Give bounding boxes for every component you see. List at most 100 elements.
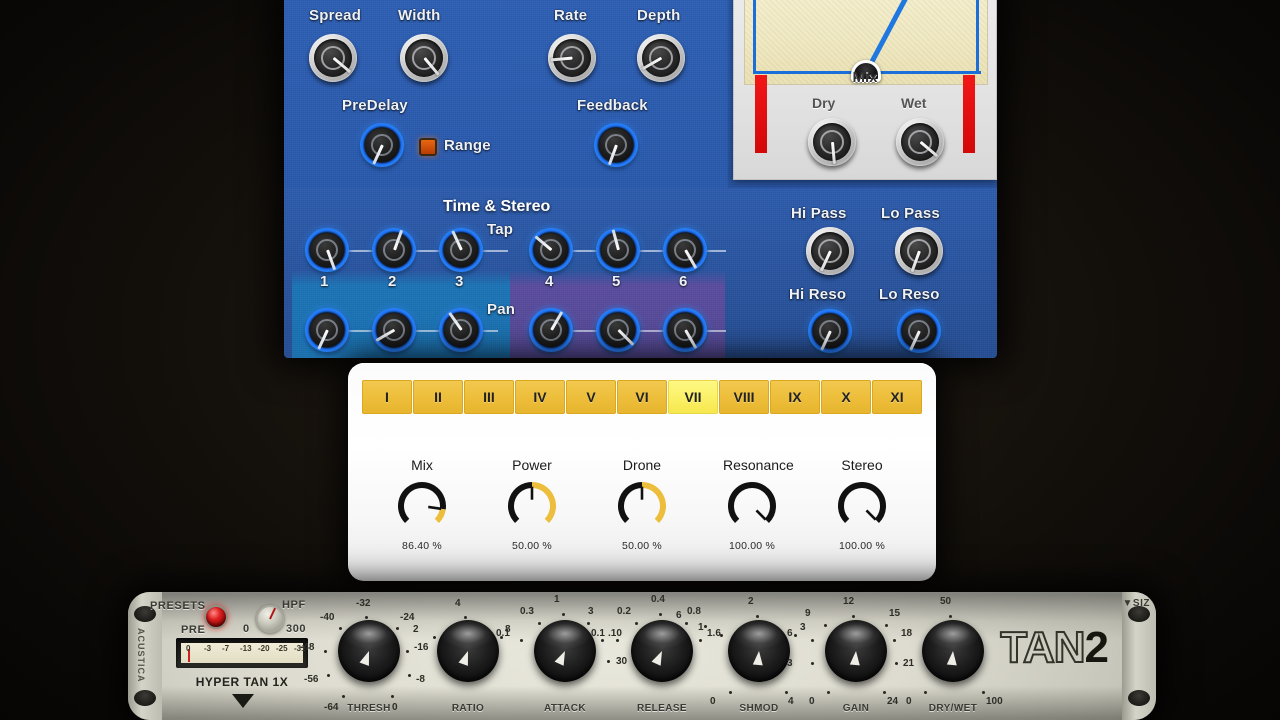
knob-width[interactable] — [400, 34, 448, 82]
tap-number-3: 3 — [455, 273, 464, 290]
knob-pan-6[interactable] — [663, 308, 707, 352]
knob-tap-2[interactable] — [372, 228, 416, 272]
meter-scale-label: -3 — [204, 644, 212, 653]
tan2-tick-label: 100 — [986, 696, 1003, 707]
tab-vi[interactable]: VI — [617, 380, 667, 414]
param-knob-stereo[interactable]: Stereo 100.00 % — [833, 457, 891, 552]
knob-label-depth: Depth — [637, 7, 681, 24]
knob-pan-5[interactable] — [596, 308, 640, 352]
tan2-tick-label: 1.6 — [707, 628, 721, 639]
tan2-tick-label: 0.8 — [687, 606, 701, 617]
pre-label: PRE — [181, 624, 206, 636]
tan2-knob-gain[interactable] — [825, 620, 887, 682]
param-knob-dial[interactable] — [723, 478, 781, 532]
tab-ii[interactable]: II — [413, 380, 463, 414]
knob-pointer — [849, 650, 861, 666]
knob-tap-3[interactable] — [439, 228, 483, 272]
tan2-knob-thresh[interactable] — [338, 620, 400, 682]
knob-pan-2[interactable] — [372, 308, 416, 352]
tab-x[interactable]: X — [821, 380, 871, 414]
param-knob-resonance[interactable]: Resonance 100.00 % — [723, 457, 794, 552]
param-knob-dial[interactable] — [393, 478, 451, 532]
knob-tap-6[interactable] — [663, 228, 707, 272]
pre-led-indicator[interactable] — [204, 605, 228, 629]
knob-lo-reso[interactable] — [897, 309, 941, 353]
knob-tap-4[interactable] — [529, 228, 573, 272]
knob-hpf[interactable] — [256, 605, 284, 633]
delay-plugin-window: Spread Width Rate Depth PreDelay Range F… — [284, 0, 997, 358]
tan2-tick-dot — [756, 614, 760, 618]
knob-predelay[interactable] — [360, 123, 404, 167]
knob-pan-1[interactable] — [305, 308, 349, 352]
tan2-tick-dot — [341, 695, 345, 699]
param-knob-value: 50.00 % — [512, 540, 552, 552]
tan2-knob-ratio[interactable] — [437, 620, 499, 682]
gain-reduction-meter: 0 -3 -7 -13 -20 -25 -31 — [176, 638, 308, 668]
tap-number-1: 1 — [320, 273, 329, 290]
tab-iv[interactable]: IV — [515, 380, 565, 414]
tan2-tick-dot — [463, 616, 467, 620]
knob-feedback[interactable] — [594, 123, 638, 167]
tan2-tick-dot — [537, 622, 541, 626]
tan2-knob-shmod[interactable] — [728, 620, 790, 682]
tab-label: XI — [890, 389, 904, 405]
knob-rate[interactable] — [548, 34, 596, 82]
knob-pointer — [752, 650, 764, 666]
range-toggle-led[interactable] — [419, 138, 437, 156]
tan2-knob-label: DRY/WET — [928, 703, 978, 714]
knob-pointer — [554, 648, 570, 666]
tan2-knob-dry-wet[interactable] — [922, 620, 984, 682]
tab-label: IV — [533, 389, 547, 405]
param-knob-mix[interactable]: Mix 86.40 % — [393, 457, 451, 552]
param-knob-dial[interactable] — [503, 478, 561, 532]
knob-pointer — [269, 607, 276, 620]
knob-hi-reso[interactable] — [808, 309, 852, 353]
knob-dry[interactable] — [808, 118, 856, 166]
vu-frame-left — [753, 0, 756, 74]
level-meter-left — [755, 75, 767, 153]
knob-wet[interactable] — [896, 118, 944, 166]
knob-lo-pass[interactable] — [895, 227, 943, 275]
tab-vii[interactable]: VII — [668, 380, 718, 414]
tab-i[interactable]: I — [362, 380, 412, 414]
knob-hi-pass[interactable] — [806, 227, 854, 275]
param-knob-label: Mix — [411, 457, 433, 473]
brand-acustica: ACUSTICA — [136, 628, 146, 683]
tan2-tick-dot — [793, 634, 797, 638]
tab-label: VI — [635, 389, 649, 405]
tab-xi[interactable]: XI — [872, 380, 922, 414]
tan2-tick-dot — [407, 673, 411, 677]
knob-depth[interactable] — [637, 34, 685, 82]
tab-iii[interactable]: III — [464, 380, 514, 414]
level-meter-right — [963, 75, 975, 153]
param-knob-power[interactable]: Power 50.00 % — [503, 457, 561, 552]
meter-scale-label: -7 — [222, 644, 230, 653]
knob-tap-5[interactable] — [596, 228, 640, 272]
tan2-tick-label: 4 — [788, 696, 794, 707]
tab-viii[interactable]: VIII — [719, 380, 769, 414]
tan2-knob-release[interactable] — [631, 620, 693, 682]
tan2-knob-attack[interactable] — [534, 620, 596, 682]
knob-pan-3[interactable] — [439, 308, 483, 352]
knob-tap-1[interactable] — [305, 228, 349, 272]
tan2-tick-label: 6 — [787, 628, 793, 639]
param-knob-dial[interactable] — [833, 478, 891, 532]
tan2-tick-dot — [364, 616, 368, 620]
hpf-min-label: 0 — [243, 623, 250, 635]
knob-spread[interactable] — [309, 34, 357, 82]
rack-screw-bottom-right — [1128, 690, 1150, 706]
knob-pan-4[interactable] — [529, 308, 573, 352]
tan2-tick-label: 0 — [906, 696, 912, 707]
tan2-tick-label: 21 — [903, 658, 915, 669]
tab-ix[interactable]: IX — [770, 380, 820, 414]
param-knob-dial[interactable] — [613, 478, 671, 532]
param-knob-drone[interactable]: Drone 50.00 % — [613, 457, 671, 552]
hpf-max-label: 300 — [286, 623, 307, 635]
tan2-tick-label: 6 — [676, 610, 682, 621]
tan2-tick-dot — [948, 614, 952, 618]
tab-v[interactable]: V — [566, 380, 616, 414]
size-selector-label[interactable]: ▼SIZ — [1123, 598, 1150, 609]
knob-label-width: Width — [398, 7, 441, 24]
presets-label[interactable]: PRESETS — [150, 600, 206, 612]
model-selector-arrow[interactable] — [232, 694, 254, 708]
